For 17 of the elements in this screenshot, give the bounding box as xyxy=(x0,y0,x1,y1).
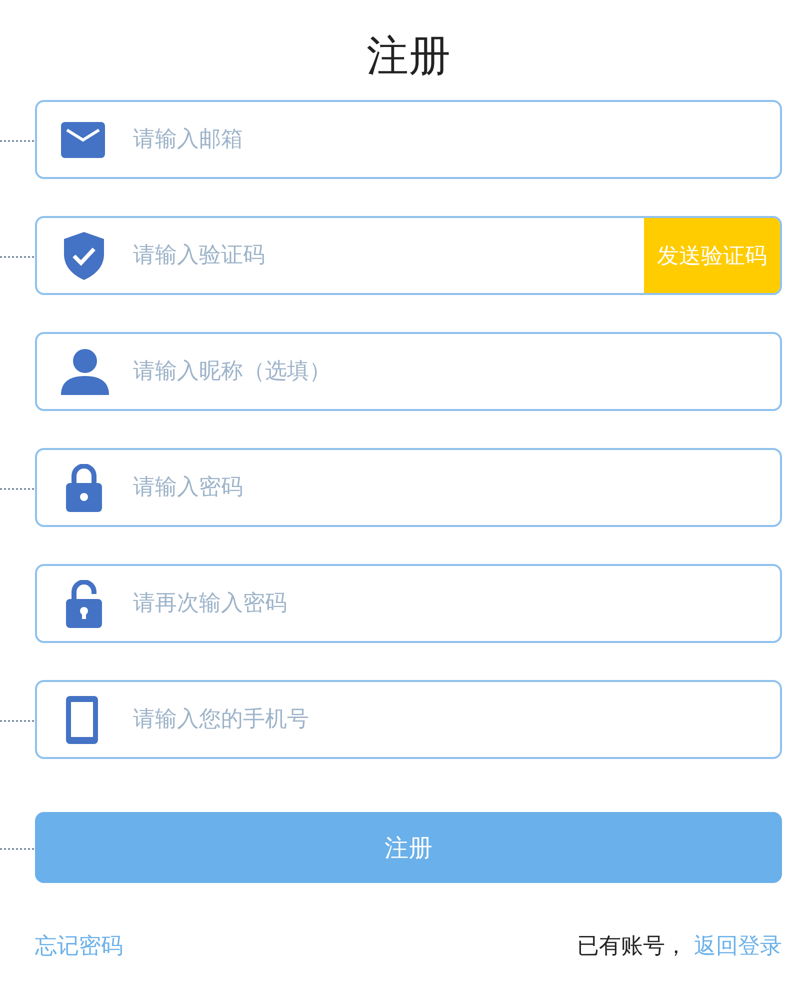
back-to-login-link[interactable]: 返回登录 xyxy=(694,934,782,960)
input-field[interactable]: 请输入邮箱 xyxy=(35,100,782,180)
forgot-password-link[interactable]: 忘记密码 xyxy=(35,931,123,962)
input-field[interactable]: 请输入密码 xyxy=(35,448,782,528)
padlock-icon xyxy=(66,464,102,512)
phone-icon xyxy=(66,696,98,744)
input-field[interactable]: 请输入昵称（选填） xyxy=(35,332,782,412)
input-field[interactable]: 请输入您的手机号 xyxy=(35,680,782,760)
shield-check-icon xyxy=(64,232,104,280)
envelope-icon xyxy=(61,122,105,158)
input-field[interactable]: 请再次输入密码 xyxy=(35,564,782,644)
send-code-button[interactable]: 发送验证码 xyxy=(644,218,780,294)
register-button[interactable]: 注册 xyxy=(35,812,782,884)
account-prompt: 已有账号， xyxy=(577,934,687,960)
open-padlock-icon xyxy=(66,580,102,628)
page-title: 注册 xyxy=(366,30,452,82)
user-icon xyxy=(61,348,109,395)
